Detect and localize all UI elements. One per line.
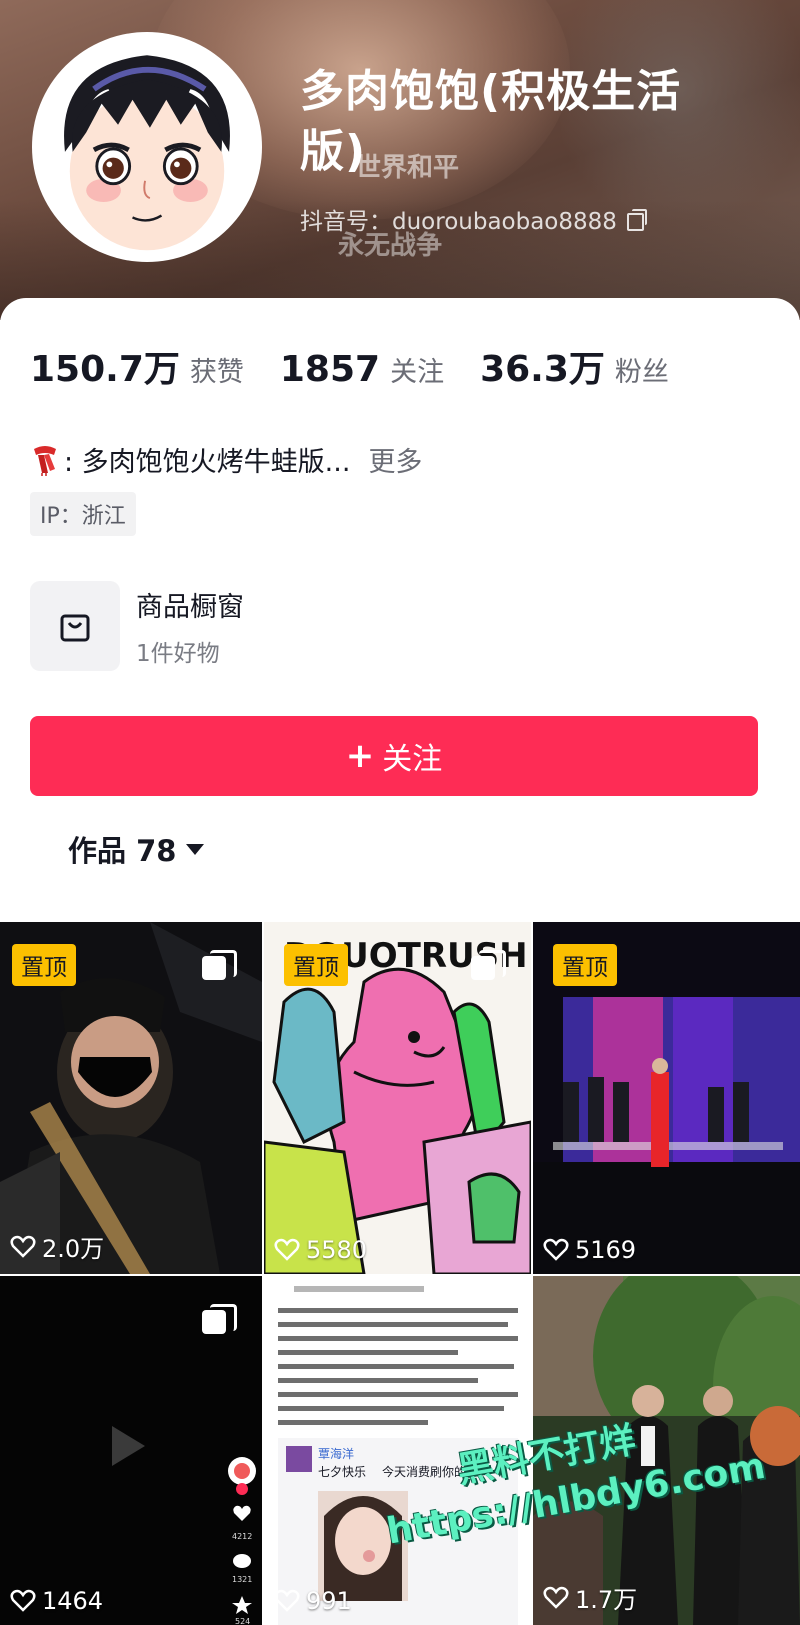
stat-following[interactable]: 1857 关注 bbox=[280, 349, 444, 390]
stat-value: 36.3万 bbox=[480, 349, 605, 390]
video-like-count: 1464 bbox=[10, 1587, 103, 1615]
douyin-id-text: 抖音号：duoroubaobao8888 bbox=[300, 209, 617, 235]
side-comment-count: 1321 bbox=[232, 1575, 252, 1584]
avatar[interactable] bbox=[32, 32, 262, 262]
shop-subtitle: 1件好物 bbox=[136, 640, 220, 667]
caret-down-icon bbox=[186, 843, 205, 855]
shop-texts: 商品橱窗 1件好物 bbox=[136, 585, 244, 668]
stat-likes[interactable]: 150.7万 获赞 bbox=[30, 340, 244, 392]
multi-image-icon bbox=[202, 1304, 237, 1336]
profile-bio[interactable]: : 多肉饱饱火烤牛蛙版... 更多 bbox=[30, 440, 422, 479]
video-thumbnail[interactable]: DOUOTRUSH 置顶 5580 bbox=[264, 922, 531, 1274]
pinned-badge: 置顶 bbox=[12, 944, 76, 986]
douyin-id-row[interactable]: 抖音号：duoroubaobao8888 bbox=[300, 202, 647, 236]
stat-label: 关注 bbox=[390, 357, 445, 388]
shop-window-entry[interactable]: 商品橱窗 1件好物 bbox=[30, 581, 244, 671]
video-like-count: 5580 bbox=[274, 1236, 367, 1264]
shop-title: 商品橱窗 bbox=[136, 591, 244, 623]
shopping-bag-icon bbox=[30, 581, 120, 671]
follow-button[interactable]: + 关注 bbox=[30, 716, 758, 796]
video-thumbnail[interactable]: 4212 1321 524 1464 bbox=[0, 1276, 262, 1625]
heart-icon bbox=[10, 1589, 36, 1612]
bio-more-link[interactable]: 更多 bbox=[368, 440, 422, 479]
pinned-badge: 置顶 bbox=[553, 944, 617, 986]
profile-header-banner: 多肉饱饱(积极生活版) 世界和平 永无战争 抖音号：duoroubaobao88… bbox=[0, 0, 800, 320]
stat-followers[interactable]: 36.3万 粉丝 bbox=[480, 340, 669, 392]
pinned-badge: 置顶 bbox=[284, 944, 348, 986]
tab-works-label: 作品 78 bbox=[68, 834, 177, 868]
video-like-count: 5169 bbox=[543, 1236, 636, 1264]
avatar-cartoon-face-icon bbox=[36, 36, 258, 258]
like-count-text: 5580 bbox=[306, 1236, 368, 1264]
stat-value: 150.7万 bbox=[30, 349, 180, 390]
heart-icon bbox=[543, 1238, 569, 1261]
video-like-count: 2.0万 bbox=[10, 1229, 104, 1264]
post-author-name: 覃海洋 bbox=[318, 1446, 354, 1461]
heart-icon bbox=[543, 1586, 569, 1609]
video-like-count: 1.7万 bbox=[543, 1580, 637, 1615]
like-count-text: 2.0万 bbox=[42, 1235, 105, 1263]
video-thumbnail[interactable]: 置顶 5169 bbox=[533, 922, 800, 1274]
video-thumbnail[interactable]: 置顶 2.0万 bbox=[0, 922, 262, 1274]
follow-button-label: 关注 bbox=[382, 742, 443, 777]
heart-icon bbox=[274, 1238, 300, 1261]
copy-icon[interactable] bbox=[626, 209, 647, 231]
like-count-text: 1464 bbox=[42, 1587, 104, 1615]
scarf-icon bbox=[34, 445, 56, 476]
bio-text: : 多肉饱饱火烤牛蛙版... bbox=[64, 447, 351, 478]
profile-stats: 150.7万 获赞 1857 关注 36.3万 粉丝 bbox=[30, 340, 705, 392]
like-count-text: 5169 bbox=[575, 1236, 637, 1264]
ip-location-tag: IP：浙江 bbox=[30, 492, 136, 536]
like-count-text: 1.7万 bbox=[575, 1586, 638, 1614]
stat-label: 获赞 bbox=[189, 357, 244, 388]
tab-works[interactable]: 作品 78 bbox=[68, 828, 205, 870]
stat-label: 粉丝 bbox=[614, 357, 669, 388]
banner-background-text: 世界和平 bbox=[355, 153, 460, 183]
like-count-text: 991 bbox=[306, 1587, 352, 1615]
plus-icon: + bbox=[345, 736, 375, 776]
side-like-count: 4212 bbox=[232, 1532, 252, 1541]
heart-icon bbox=[10, 1235, 36, 1258]
heart-icon bbox=[274, 1589, 300, 1612]
multi-image-icon bbox=[202, 950, 237, 982]
video-like-count: 991 bbox=[274, 1587, 352, 1615]
stat-value: 1857 bbox=[279, 349, 381, 390]
post-line: 七夕快乐 bbox=[318, 1465, 366, 1479]
side-favorite-count: 524 bbox=[235, 1617, 250, 1625]
multi-image-icon bbox=[471, 950, 506, 982]
